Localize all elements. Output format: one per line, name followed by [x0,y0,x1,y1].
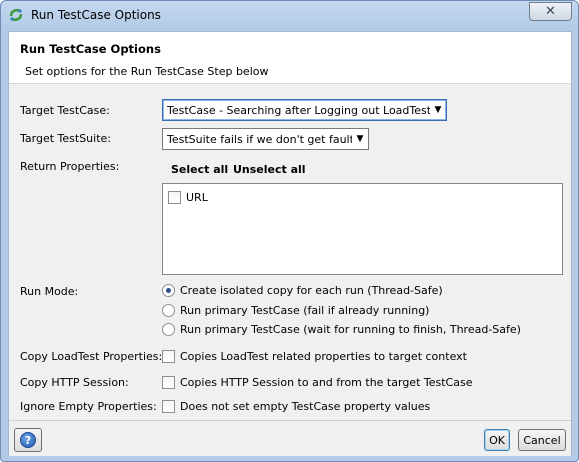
run-mode-option-label: Run primary TestCase (fail if already ru… [180,304,430,317]
header-subtitle: Set options for the Run TestCase Step be… [25,65,269,78]
help-button[interactable]: ? [14,428,42,452]
title-bar[interactable]: Run TestCase Options ✕ [1,1,578,30]
dialog-window: Run TestCase Options ✕ Run TestCase Opti… [0,0,579,462]
header-title: Run TestCase Options [20,42,161,56]
run-mode-option-wait[interactable]: Run primary TestCase (wait for running t… [162,323,521,336]
ignore-empty-option[interactable]: Does not set empty TestCase property val… [162,400,430,413]
copy-http-label: Copy HTTP Session: [20,376,129,389]
ok-button[interactable]: OK [484,429,510,451]
unselect-all-button[interactable]: Unselect all [233,163,306,176]
radio-isolated[interactable] [162,284,175,297]
ignore-empty-label: Ignore Empty Properties: [20,400,157,413]
run-mode-option-label: Create isolated copy for each run (Threa… [180,284,443,297]
copy-loadtest-label: Copy LoadTest Properties: [20,350,163,363]
dialog-client-area: Run TestCase Options Set options for the… [8,31,572,456]
ignore-empty-text: Does not set empty TestCase property val… [180,400,431,413]
radio-fail-if-running[interactable] [162,304,175,317]
radio-wait-for-running[interactable] [162,323,175,336]
dialog-footer: ? OK Cancel [9,420,571,456]
dropdown-arrow-icon: ▼ [356,134,364,144]
list-item[interactable]: URL [168,191,208,204]
select-all-button[interactable]: Select all [171,163,228,176]
copy-loadtest-option[interactable]: Copies LoadTest related properties to ta… [162,350,467,363]
close-icon: ✕ [545,4,556,19]
copy-loadtest-text: Copies LoadTest related properties to ta… [180,350,467,363]
return-properties-label: Return Properties: [20,160,120,173]
copy-http-option[interactable]: Copies HTTP Session to and from the targ… [162,376,472,389]
dialog-header: Run TestCase Options Set options for the… [9,32,571,84]
close-button[interactable]: ✕ [529,2,572,21]
window-title: Run TestCase Options [31,8,161,22]
url-checkbox[interactable] [168,191,181,204]
target-testsuite-label: Target TestSuite: [20,132,111,145]
target-testcase-value: TestCase - Searching after Logging out L… [167,103,430,117]
help-icon: ? [20,432,36,448]
return-properties-list[interactable]: URL [162,183,563,275]
cancel-button[interactable]: Cancel [518,429,566,451]
target-testsuite-value: TestSuite fails if we don't get faults [167,132,352,146]
soapui-logo-icon [9,8,23,22]
copy-http-text: Copies HTTP Session to and from the targ… [180,376,473,389]
run-mode-option-isolated[interactable]: Create isolated copy for each run (Threa… [162,284,443,297]
copy-http-checkbox[interactable] [162,376,175,389]
copy-loadtest-checkbox[interactable] [162,350,175,363]
run-mode-label: Run Mode: [20,285,79,298]
url-item-label: URL [186,191,208,204]
dropdown-arrow-icon: ▼ [434,105,442,115]
run-mode-option-label: Run primary TestCase (wait for running t… [180,323,521,336]
target-testsuite-dropdown[interactable]: TestSuite fails if we don't get faults ▼ [162,128,369,150]
ignore-empty-checkbox[interactable] [162,400,175,413]
run-mode-option-fail[interactable]: Run primary TestCase (fail if already ru… [162,304,429,317]
target-testcase-label: Target TestCase: [20,104,110,117]
target-testcase-dropdown[interactable]: TestCase - Searching after Logging out L… [162,99,447,121]
